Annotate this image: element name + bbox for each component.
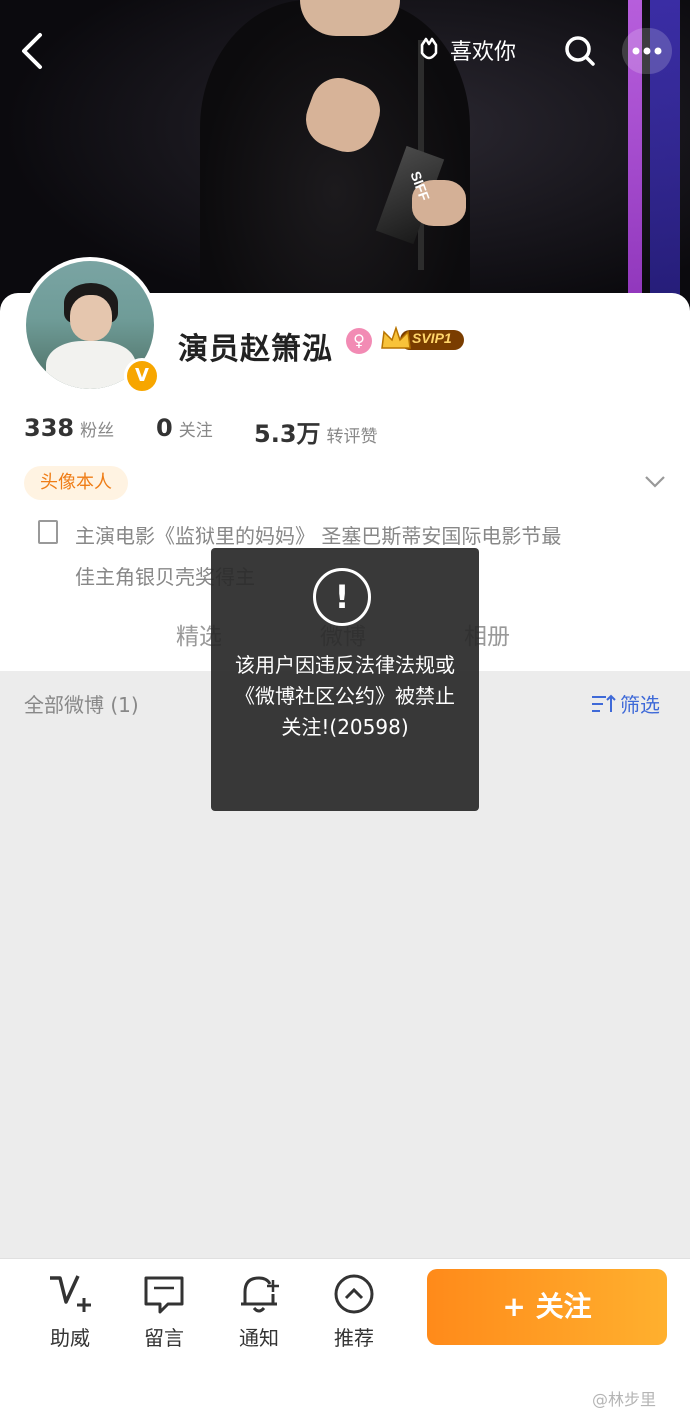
toast-message: 该用户因违反法律法规或《微博社区公约》被禁止关注!(20598) <box>235 653 455 739</box>
verified-badge-icon: V <box>124 358 160 394</box>
filter-label: 筛选 <box>620 693 660 717</box>
follow-button[interactable]: + 关注 <box>427 1269 667 1345</box>
search-button[interactable] <box>564 35 596 71</box>
followers-count: 338 <box>24 414 75 442</box>
followers-label: 粉丝 <box>80 421 115 441</box>
watermark: @林步里 <box>592 1390 657 1409</box>
chevron-left-icon <box>22 33 42 69</box>
following-count: 0 <box>156 414 173 442</box>
like-you-button[interactable]: 喜欢你 <box>414 34 516 66</box>
message-label: 留言 <box>144 1326 184 1350</box>
svip-badge[interactable]: SVIP1 <box>380 325 466 354</box>
following-stat[interactable]: 0 关注 <box>156 414 213 442</box>
cheer-label: 助威 <box>50 1326 90 1350</box>
more-icon <box>632 47 662 55</box>
error-toast: ! 该用户因违反法律法规或《微博社区公约》被禁止关注!(20598) <box>211 548 479 811</box>
notify-label: 通知 <box>239 1326 279 1350</box>
all-weibo-label[interactable]: 全部微博 (1) <box>24 689 139 718</box>
female-icon: ♀ <box>346 328 372 354</box>
search-icon <box>565 36 595 66</box>
v-plus-icon <box>40 1272 100 1316</box>
interactions-stat[interactable]: 5.3万 转评赞 <box>254 414 378 449</box>
message-button[interactable]: 留言 <box>134 1272 194 1351</box>
back-button[interactable] <box>20 32 44 74</box>
interactions-count: 5.3万 <box>254 420 321 448</box>
notify-button[interactable]: 通知 <box>229 1272 289 1351</box>
expand-chevron-button[interactable] <box>644 470 666 494</box>
hand-heart-icon <box>420 37 438 60</box>
more-button[interactable] <box>622 28 672 74</box>
chevron-up-circle-icon <box>324 1272 384 1316</box>
profile-name: 演员赵箫泓 <box>178 332 333 367</box>
recommend-label: 推荐 <box>334 1326 374 1350</box>
exclamation-icon: ! <box>313 568 371 626</box>
interactions-label: 转评赞 <box>326 427 378 447</box>
bell-plus-icon <box>229 1272 289 1316</box>
recommend-button[interactable]: 推荐 <box>324 1272 384 1351</box>
like-you-label: 喜欢你 <box>450 40 517 65</box>
followers-stat[interactable]: 338 粉丝 <box>24 414 114 442</box>
following-label: 关注 <box>178 421 213 441</box>
chevron-down-icon <box>645 476 665 488</box>
message-icon <box>134 1272 194 1316</box>
svip-label: SVIP1 <box>412 330 452 346</box>
avatar-face <box>70 295 112 341</box>
avatar-verified-tag[interactable]: 头像本人 <box>24 466 128 500</box>
filter-button[interactable]: 筛选 <box>590 689 660 718</box>
avatar-body <box>46 341 136 389</box>
filter-icon <box>592 694 616 712</box>
cheer-button[interactable]: 助威 <box>40 1272 100 1351</box>
